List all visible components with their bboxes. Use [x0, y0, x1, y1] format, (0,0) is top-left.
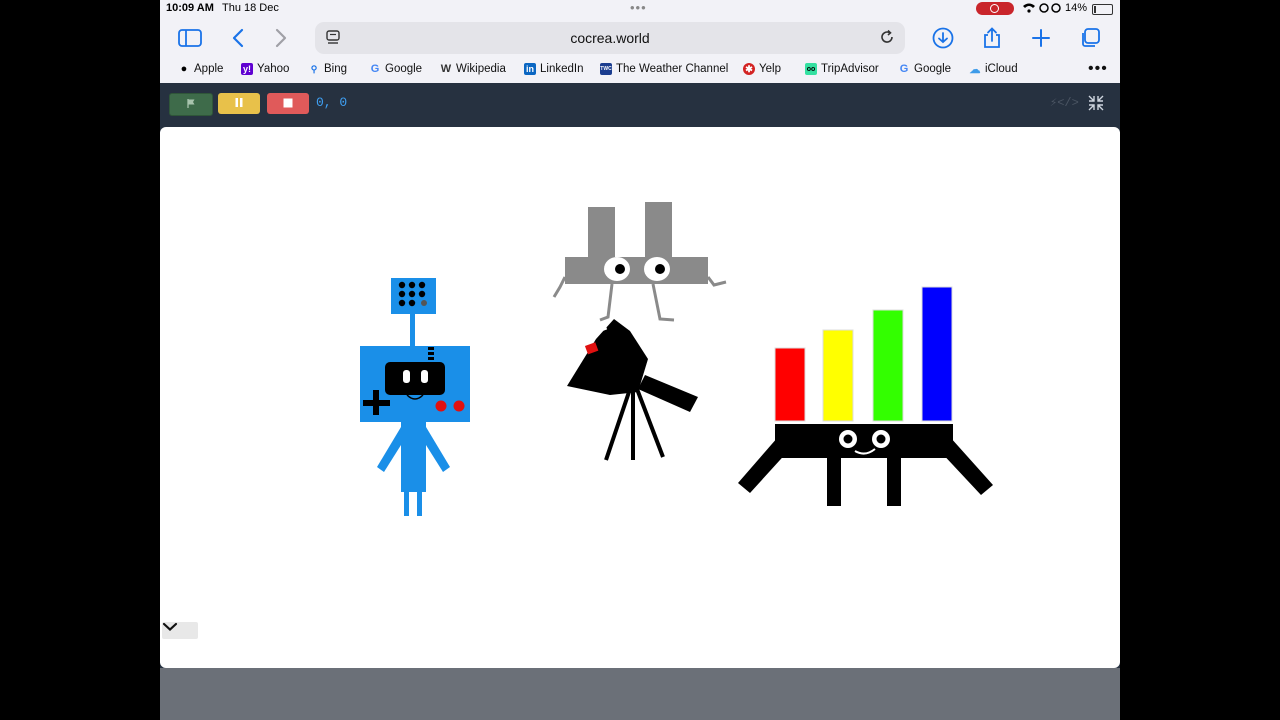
google-icon: G	[370, 63, 380, 75]
bookmark-yelp[interactable]: ✱ Yelp	[743, 63, 781, 75]
yelp-icon: ✱	[743, 63, 755, 75]
ipad-screen: 10:09 AM Thu 18 Dec ••• 14% cocrea.world…	[160, 0, 1120, 720]
game-console-robot[interactable]	[360, 278, 470, 516]
status-date: Thu 18 Dec	[222, 2, 279, 14]
stage-collapse-toggle[interactable]	[162, 622, 198, 639]
linkedin-icon: in	[524, 63, 536, 75]
address-bar[interactable]: cocrea.world	[315, 22, 905, 54]
wikipedia-icon: W	[440, 63, 452, 75]
reload-icon[interactable]	[879, 29, 895, 45]
bookmark-label: TripAdvisor	[821, 63, 879, 75]
bookmark-label: iCloud	[985, 63, 1018, 75]
bookmark-label: Apple	[194, 63, 224, 75]
bookmark-wikipedia[interactable]: W Wikipedia	[440, 63, 506, 75]
google-icon: G	[899, 63, 909, 75]
stop-icon	[283, 95, 293, 113]
tabs-overview-icon[interactable]	[1076, 24, 1104, 52]
bookmark-tripadvisor[interactable]: oo TripAdvisor	[805, 63, 879, 75]
bookmark-apple[interactable]: ● Apple	[178, 63, 224, 75]
bookmark-label: The Weather Channel	[616, 63, 729, 75]
bookmark-label: Yelp	[759, 63, 781, 75]
run-controls: 0, 0 ⚡</>	[160, 83, 1120, 127]
icloud-icon: ☁	[969, 63, 981, 76]
sidebar-toggle-icon[interactable]	[176, 24, 204, 52]
screen-recording-indicator[interactable]	[976, 2, 1014, 15]
back-icon[interactable]	[224, 24, 252, 52]
gray-letter-character[interactable]	[552, 202, 727, 322]
more-bookmarks-icon[interactable]: •••	[1088, 60, 1108, 78]
bookmark-google-2[interactable]: G Google	[898, 63, 951, 75]
url-text[interactable]: cocrea.world	[315, 30, 905, 46]
bookmark-label: LinkedIn	[540, 63, 584, 75]
code-panel	[160, 668, 1120, 720]
share-icon[interactable]	[978, 24, 1006, 52]
bookmark-weather-channel[interactable]: TWC The Weather Channel	[600, 63, 728, 75]
forward-icon[interactable]	[267, 24, 295, 52]
bookmark-label: Yahoo	[257, 63, 290, 75]
bar-chart-creature[interactable]	[738, 286, 993, 506]
bookmark-icloud[interactable]: ☁ iCloud	[969, 63, 1018, 76]
stop-button[interactable]	[267, 93, 309, 114]
browser-toolbar: cocrea.world	[160, 18, 1120, 58]
downloads-icon[interactable]	[929, 24, 957, 52]
search-icon: ⚲	[310, 63, 318, 74]
new-tab-icon[interactable]	[1027, 24, 1055, 52]
stage-canvas[interactable]	[160, 127, 1120, 668]
green-flag-button[interactable]	[169, 93, 213, 116]
pause-button[interactable]	[218, 93, 260, 114]
weather-channel-icon: TWC	[600, 63, 612, 75]
bookmark-label: Bing	[324, 63, 348, 75]
status-bar: 10:09 AM Thu 18 Dec ••• 14%	[160, 0, 1120, 18]
movie-camera[interactable]	[567, 319, 698, 461]
bookmark-label: Google	[914, 63, 952, 75]
code-view-icon[interactable]: ⚡</>	[1050, 95, 1079, 110]
battery-percentage: 14%	[1065, 2, 1088, 14]
yahoo-icon: y!	[241, 63, 253, 75]
apple-icon: ●	[180, 63, 188, 75]
status-time: 10:09 AM	[166, 2, 214, 14]
bookmark-bing[interactable]: ⚲ Bing	[308, 63, 347, 75]
battery-icon	[1092, 4, 1113, 15]
bookmark-yahoo[interactable]: y! Yahoo	[241, 63, 289, 75]
bookmark-label: Wikipedia	[456, 63, 506, 75]
pause-icon	[234, 95, 244, 113]
project-editor: 0, 0 ⚡</>	[160, 83, 1120, 720]
wifi-icon	[1022, 2, 1062, 17]
bookmark-google[interactable]: G Google	[369, 63, 422, 75]
exit-fullscreen-icon[interactable]	[1088, 95, 1104, 111]
multitask-dots-icon[interactable]: •••	[630, 0, 647, 15]
flag-icon	[186, 96, 196, 114]
bookmark-label: Google	[385, 63, 423, 75]
tripadvisor-icon: oo	[805, 63, 817, 75]
bookmark-linkedin[interactable]: in LinkedIn	[524, 63, 583, 75]
mouse-coordinates: 0, 0	[316, 95, 348, 110]
bookmarks-bar: ● Apple y! Yahoo ⚲ Bing G Google W Wikip…	[160, 60, 1120, 82]
